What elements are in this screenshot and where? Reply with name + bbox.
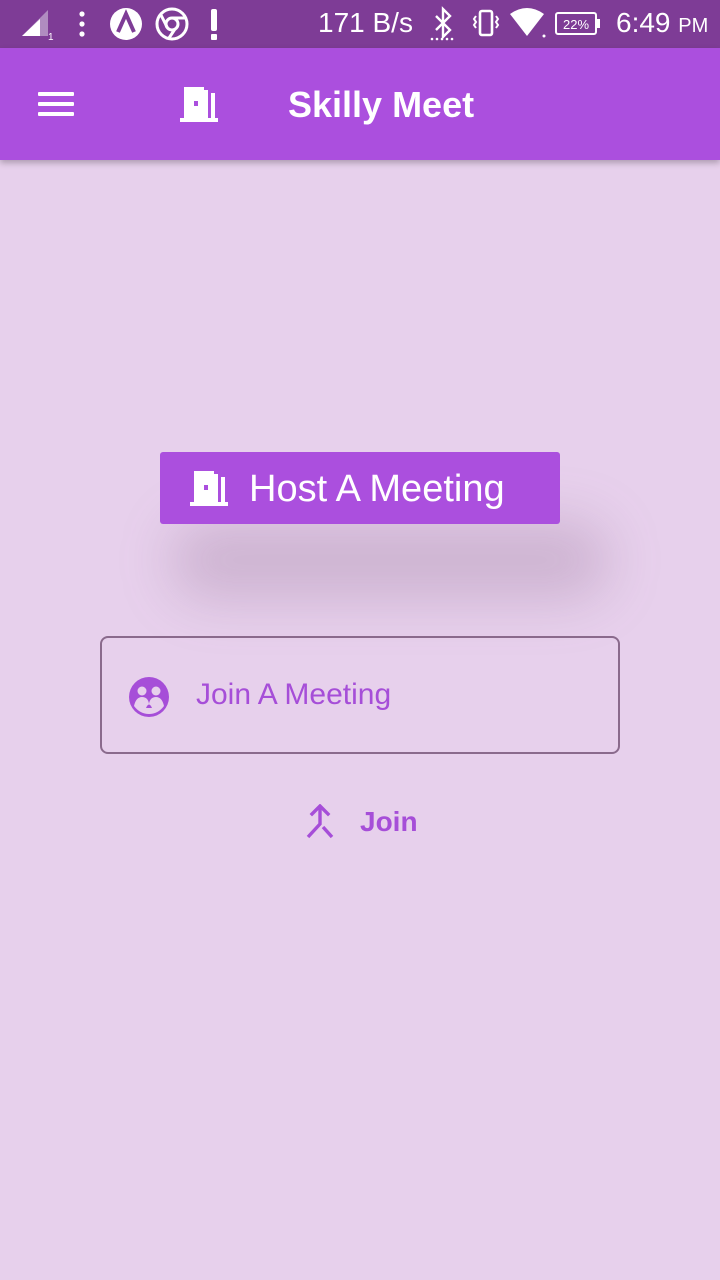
clock-ampm: PM — [678, 15, 709, 37]
door-icon — [190, 471, 228, 506]
wifi-icon — [510, 8, 546, 38]
vibrate-icon — [472, 9, 500, 37]
bluetooth-icon — [430, 6, 454, 41]
join-button[interactable]: Join — [296, 796, 426, 848]
signal-icon: 1 — [22, 10, 54, 43]
chrome-icon — [155, 7, 189, 41]
menu-icon-bar — [38, 112, 74, 116]
app-a-icon — [110, 8, 142, 40]
group-icon — [129, 677, 169, 717]
merge-icon — [306, 804, 334, 839]
app-bar: Skilly Meet — [0, 48, 720, 160]
door-icon — [180, 87, 218, 122]
menu-button[interactable] — [28, 80, 84, 128]
app-title: Skilly Meet — [288, 84, 475, 125]
host-meeting-button[interactable]: Host A Meeting — [160, 452, 560, 524]
alert-icon — [211, 9, 217, 40]
host-meeting-label: Host A Meeting — [249, 468, 505, 510]
battery-percent: 22% — [563, 17, 589, 32]
more-vert-icon — [79, 11, 85, 37]
menu-icon — [38, 92, 74, 96]
network-speed: 171 B/s — [318, 7, 413, 38]
join-label: Join — [360, 806, 418, 837]
battery-icon: 22% — [555, 12, 600, 35]
button-shadow — [170, 520, 610, 600]
menu-icon-bar — [38, 102, 74, 106]
clock: 6:49 PM — [616, 7, 708, 39]
svg-text:1: 1 — [48, 32, 54, 43]
join-meeting-input[interactable]: Join A Meeting — [100, 636, 620, 754]
clock-time: 6:49 — [616, 7, 671, 38]
status-bar: 1 171 B/s 22% 6:49 PM — [0, 0, 720, 48]
join-meeting-placeholder: Join A Meeting — [196, 678, 392, 711]
